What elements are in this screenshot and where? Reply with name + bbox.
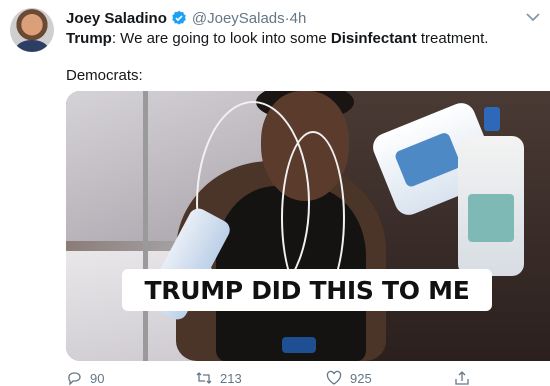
tweet-actions: 90 213 925	[66, 370, 486, 386]
author-avatar[interactable]	[10, 8, 54, 52]
reply-count: 90	[90, 370, 105, 386]
tweet-timestamp[interactable]: 4h	[290, 10, 307, 27]
like-count: 925	[350, 370, 372, 386]
tweet-text-middle: : We are going to look into some	[111, 30, 331, 47]
tweet-text-bold-disinfectant: Disinfectant	[330, 30, 417, 47]
tweet-text-line-1: Trump: We are going to look into some Di…	[66, 30, 488, 47]
media-caption: TRUMP DID THIS TO ME	[122, 269, 492, 311]
verified-badge-icon	[171, 10, 187, 26]
author-name[interactable]: Joey Saladino	[66, 10, 167, 27]
tweet-header: Joey Saladino @JoeySalads · 4h	[66, 8, 306, 28]
tweet-text-line-2: Democrats:	[66, 67, 143, 84]
chevron-down-icon[interactable]	[526, 12, 540, 22]
tweet-text-end: treatment.	[416, 30, 489, 47]
retweet-count: 213	[220, 370, 242, 386]
tweet-text-bold-trump: Trump	[66, 30, 112, 47]
author-handle[interactable]: @JoeySalads	[192, 10, 285, 27]
tweet-media-image[interactable]: TRUMP DID THIS TO ME	[66, 91, 550, 361]
